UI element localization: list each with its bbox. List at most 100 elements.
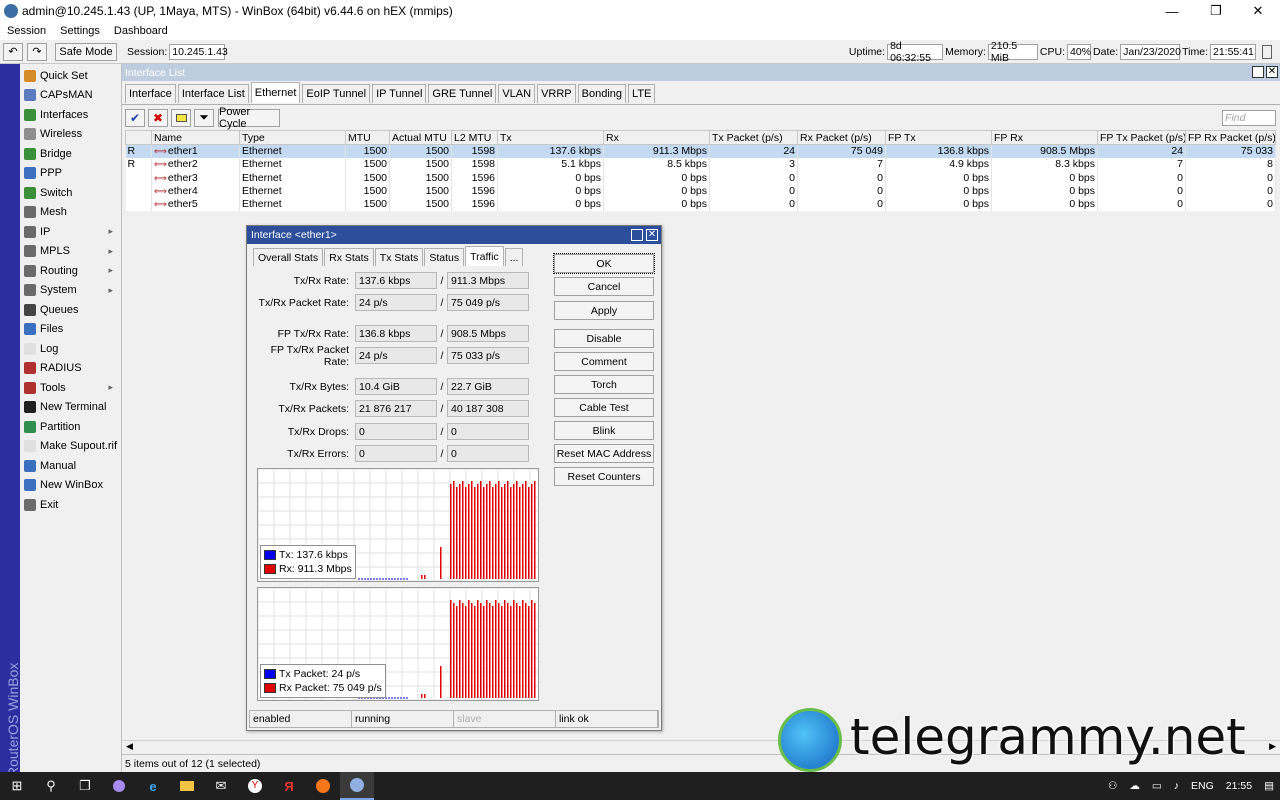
dialog-tab-tx-stats[interactable]: Tx Stats xyxy=(374,248,424,266)
field-value-rx[interactable]: 75 033 p/s xyxy=(447,347,529,364)
field-value-tx[interactable]: 21 876 217 xyxy=(355,400,437,417)
minimize-button[interactable]: — xyxy=(1150,0,1194,22)
column-header-actual-mtu[interactable]: Actual MTU xyxy=(389,130,452,145)
field-value-tx[interactable]: 137.6 kbps xyxy=(355,272,437,289)
language-indicator[interactable]: ENG xyxy=(1191,780,1214,792)
clock[interactable]: 21:55 xyxy=(1226,780,1252,792)
tab-interface[interactable]: Interface xyxy=(125,84,176,103)
field-value-rx[interactable]: 40 187 308 xyxy=(447,400,529,417)
field-value-tx[interactable]: 10.4 GiB xyxy=(355,378,437,395)
sidebar-item-radius[interactable]: RADIUS xyxy=(20,359,121,379)
field-value-tx[interactable]: 24 p/s xyxy=(355,347,437,364)
dialog-tab-overall-stats[interactable]: Overall Stats xyxy=(253,248,324,266)
column-header-type[interactable]: Type xyxy=(239,130,346,145)
field-value-rx[interactable]: 0 xyxy=(447,445,529,462)
search-icon[interactable]: ⚲ xyxy=(34,772,68,800)
edge-icon[interactable]: e xyxy=(136,772,170,800)
filter-icon[interactable]: ⏷ xyxy=(194,108,214,127)
column-header-rx[interactable]: Rx xyxy=(603,130,710,145)
table-row[interactable]: ⟺ether3 Ethernet 1500 1500 1596 0 bps 0 bps 0 0 0… xyxy=(125,171,1276,185)
ok-button[interactable]: OK xyxy=(553,253,655,274)
sidebar-item-tools[interactable]: Tools ▸ xyxy=(20,378,121,398)
tab-vrrp[interactable]: VRRP xyxy=(537,84,576,103)
field-value-rx[interactable]: 908.5 Mbps xyxy=(447,325,529,342)
sidebar-item-capsman[interactable]: CAPsMAN xyxy=(20,86,121,106)
sidebar-item-new-terminal[interactable]: New Terminal xyxy=(20,398,121,418)
mail-icon[interactable]: ✉ xyxy=(204,772,238,800)
restore-button[interactable]: ❐ xyxy=(1194,0,1238,22)
notifications-icon[interactable]: ▤ xyxy=(1264,780,1274,792)
dialog-tab-status[interactable]: Status xyxy=(424,248,465,266)
session-field[interactable]: 10.245.1.43 xyxy=(169,43,228,60)
sidebar-item-manual[interactable]: Manual xyxy=(20,456,121,476)
sidebar-item-ppp[interactable]: PPP xyxy=(20,164,121,184)
comment-button[interactable]: Comment xyxy=(554,352,654,371)
dialog-tab-more[interactable]: ... xyxy=(504,248,524,266)
reset-mac-address-button[interactable]: Reset MAC Address xyxy=(554,444,654,463)
blink-button[interactable]: Blink xyxy=(554,421,654,440)
safe-mode-button[interactable]: Safe Mode xyxy=(55,42,117,61)
field-value-tx[interactable]: 0 xyxy=(355,445,437,462)
column-header-flags[interactable] xyxy=(125,130,152,145)
menu-dashboard[interactable]: Dashboard xyxy=(107,25,175,37)
sidebar-item-ip[interactable]: IP ▸ xyxy=(20,222,121,242)
column-header-tx[interactable]: Tx xyxy=(497,130,604,145)
tab-gre-tunnel[interactable]: GRE Tunnel xyxy=(428,84,497,103)
sidebar-item-system[interactable]: System ▸ xyxy=(20,281,121,301)
column-header-name[interactable]: Name xyxy=(151,130,240,145)
undo-button[interactable]: ↶ xyxy=(3,42,23,61)
field-value-rx[interactable]: 0 xyxy=(447,423,529,440)
sidebar-item-routing[interactable]: Routing ▸ xyxy=(20,261,121,281)
sidebar-item-files[interactable]: Files xyxy=(20,320,121,340)
torch-button[interactable]: Torch xyxy=(554,375,654,394)
dialog-maximize-icon[interactable] xyxy=(631,229,643,241)
field-value-tx[interactable]: 24 p/s xyxy=(355,294,437,311)
sidebar-item-wireless[interactable]: Wireless xyxy=(20,125,121,145)
power-cycle-button[interactable]: Power Cycle xyxy=(218,106,280,130)
table-row[interactable]: R ⟺ether1 Ethernet 1500 1500 1598 137.6 kbps 91… xyxy=(125,144,1276,158)
tab-ethernet[interactable]: Ethernet xyxy=(250,82,301,103)
app-icon-purple[interactable] xyxy=(102,772,136,800)
firefox-icon[interactable] xyxy=(306,772,340,800)
tab-eoip-tunnel[interactable]: EoIP Tunnel xyxy=(302,84,371,103)
sidebar-item-queues[interactable]: Queues xyxy=(20,300,121,320)
task-view-icon[interactable]: ❐ xyxy=(68,772,102,800)
scroll-left-icon[interactable]: ◀ xyxy=(126,741,133,752)
windows-start-icon[interactable]: ⊞ xyxy=(0,772,34,800)
cable-test-button[interactable]: Cable Test xyxy=(554,398,654,417)
disable-button[interactable]: Disable xyxy=(554,329,654,348)
sidebar-item-quick-set[interactable]: Quick Set xyxy=(20,66,121,86)
sidebar-item-new-winbox[interactable]: New WinBox xyxy=(20,476,121,496)
find-input[interactable]: Find xyxy=(1222,109,1276,126)
lock-icon[interactable] xyxy=(1262,44,1272,59)
redo-button[interactable]: ↷ xyxy=(27,42,47,61)
column-header-fp-tx-packet-p-s[interactable]: FP Tx Packet (p/s) xyxy=(1097,130,1186,145)
reset-counters-button[interactable]: Reset Counters xyxy=(554,467,654,486)
enable-icon[interactable]: ✔ xyxy=(125,108,145,127)
field-value-rx[interactable]: 911.3 Mbps xyxy=(447,272,529,289)
tab-ip-tunnel[interactable]: IP Tunnel xyxy=(372,84,427,103)
onedrive-icon[interactable]: ☁ xyxy=(1129,780,1140,792)
field-value-rx[interactable]: 75 049 p/s xyxy=(447,294,529,311)
apply-button[interactable]: Apply xyxy=(554,301,654,320)
menu-session[interactable]: Session xyxy=(0,25,53,37)
sidebar-item-exit[interactable]: Exit xyxy=(20,495,121,515)
field-value-tx[interactable]: 0 xyxy=(355,423,437,440)
column-header-mtu[interactable]: MTU xyxy=(345,130,390,145)
file-explorer-icon[interactable] xyxy=(170,772,204,800)
column-header-l2-mtu[interactable]: L2 MTU xyxy=(451,130,498,145)
close-button[interactable]: ✕ xyxy=(1236,0,1280,22)
dialog-close-icon[interactable]: ✕ xyxy=(646,229,658,241)
sidebar-item-mesh[interactable]: Mesh xyxy=(20,203,121,223)
sidebar-item-mpls[interactable]: MPLS ▸ xyxy=(20,242,121,262)
dialog-tab-rx-stats[interactable]: Rx Stats xyxy=(324,248,374,266)
column-header-fp-rx[interactable]: FP Rx xyxy=(991,130,1098,145)
table-row[interactable]: ⟺ether5 Ethernet 1500 1500 1596 0 bps 0 bps 0 0 0… xyxy=(125,197,1276,211)
sidebar-item-log[interactable]: Log xyxy=(20,339,121,359)
network-icon[interactable]: ▭ xyxy=(1152,780,1162,792)
tab-interface-list[interactable]: Interface List xyxy=(177,84,249,103)
column-header-fp-tx[interactable]: FP Tx xyxy=(885,130,992,145)
dialog-tab-traffic[interactable]: Traffic xyxy=(465,246,504,266)
disable-icon[interactable]: ✖ xyxy=(148,108,168,127)
tab-lte[interactable]: LTE xyxy=(628,84,656,103)
